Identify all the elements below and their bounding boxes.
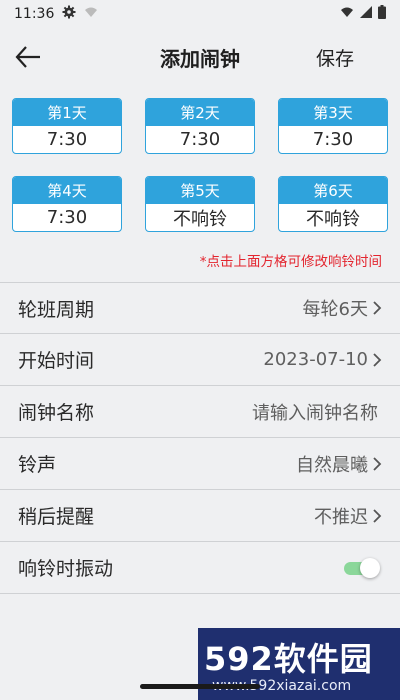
settings-list: 轮班周期 每轮6天 开始时间 2023-07-10 闹钟名称 请输入闹钟名称 铃… xyxy=(0,282,400,594)
vibrate-toggle[interactable] xyxy=(342,557,380,579)
row-cycle[interactable]: 轮班周期 每轮6天 xyxy=(0,282,400,334)
start-value: 2023-07-10 xyxy=(263,349,368,370)
toggle-knob xyxy=(360,557,380,578)
day-label: 第1天 xyxy=(13,99,121,126)
chevron-right-icon xyxy=(373,456,382,471)
app-bar: 添加闹钟 保存 xyxy=(0,28,400,86)
back-arrow-icon xyxy=(15,46,40,68)
row-ringtone[interactable]: 铃声 自然晨曦 xyxy=(0,438,400,490)
day-card-1[interactable]: 第1天 7:30 xyxy=(12,98,122,154)
ringtone-label: 铃声 xyxy=(18,454,57,476)
signal-icon xyxy=(360,6,372,22)
home-indicator[interactable] xyxy=(140,684,260,689)
day-label: 第5天 xyxy=(146,177,254,204)
watermark-logo: 592软件园 www.592xiazai.com xyxy=(198,628,400,700)
cycle-label: 轮班周期 xyxy=(18,298,95,321)
day-label: 第6天 xyxy=(279,177,387,204)
status-time: 11:36 xyxy=(14,6,55,22)
chevron-right-icon xyxy=(373,352,382,367)
chevron-right-icon xyxy=(373,301,382,315)
day-label: 第3天 xyxy=(279,99,387,126)
name-label: 闹钟名称 xyxy=(18,402,95,424)
wifi-icon xyxy=(340,6,354,22)
day-time: 7:30 xyxy=(179,129,221,150)
row-alarm-name[interactable]: 闹钟名称 请输入闹钟名称 xyxy=(0,386,400,438)
row-snooze[interactable]: 稍后提醒 不推迟 xyxy=(0,490,400,542)
day-card-2[interactable]: 第2天 7:30 xyxy=(145,98,255,154)
page-title: 添加闹钟 xyxy=(160,46,240,71)
day-card-6[interactable]: 第6天 不响铃 xyxy=(278,176,388,232)
start-label: 开始时间 xyxy=(18,350,95,372)
day-time: 不响铃 xyxy=(306,208,360,230)
wifi-off-icon xyxy=(84,6,98,22)
edit-hint: *点击上面方格可修改响铃时间 xyxy=(199,254,382,270)
day-card-3[interactable]: 第3天 7:30 xyxy=(278,98,388,154)
day-time: 7:30 xyxy=(46,129,88,150)
day-time: 不响铃 xyxy=(173,208,227,230)
vibrate-label: 响铃时振动 xyxy=(18,558,114,580)
day-card-5[interactable]: 第5天 不响铃 xyxy=(145,176,255,232)
battery-icon xyxy=(378,5,386,23)
cycle-value: 每轮6天 xyxy=(302,299,368,320)
ringtone-value: 自然晨曦 xyxy=(296,454,368,476)
watermark-title: 592软件园 xyxy=(204,634,373,680)
alarm-name-input[interactable]: 请输入闹钟名称 xyxy=(252,399,378,425)
day-label: 第2天 xyxy=(146,99,254,126)
watermark-number: 592 xyxy=(204,640,274,678)
back-button[interactable] xyxy=(14,44,44,70)
save-button[interactable]: 保存 xyxy=(316,44,354,71)
day-time: 7:30 xyxy=(312,129,354,150)
chevron-right-icon xyxy=(373,508,382,523)
day-time: 7:30 xyxy=(46,207,88,228)
row-vibrate: 响铃时振动 xyxy=(0,542,400,594)
gear-icon xyxy=(62,5,76,23)
day-label: 第4天 xyxy=(13,177,121,204)
day-card-4[interactable]: 第4天 7:30 xyxy=(12,176,122,232)
snooze-label: 稍后提醒 xyxy=(18,506,95,528)
watermark-text: 软件园 xyxy=(273,640,373,678)
status-bar: 11:36 xyxy=(0,0,400,28)
snooze-value: 不推迟 xyxy=(314,506,368,528)
row-start-date[interactable]: 开始时间 2023-07-10 xyxy=(0,334,400,386)
